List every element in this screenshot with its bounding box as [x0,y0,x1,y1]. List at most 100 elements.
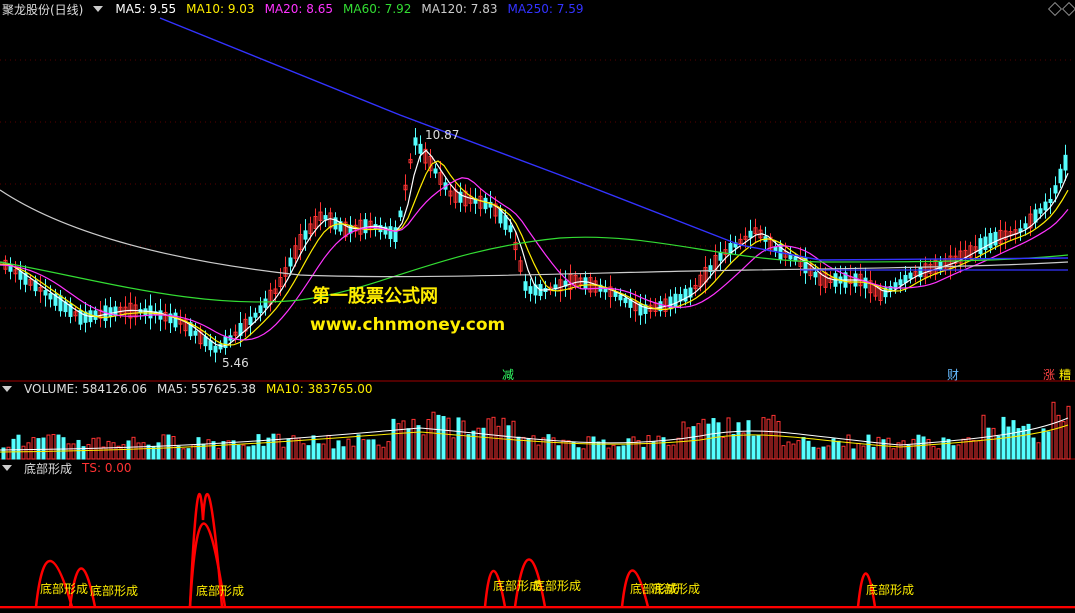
candle-body [1053,185,1058,194]
indicator-name[interactable]: 底部形成 [24,460,72,477]
candle-body [908,272,913,279]
candle-body [903,274,908,284]
volume-bar [376,444,381,460]
candle-body [613,291,618,297]
volume-ma10-label: MA10: 383765.00 [265,382,373,396]
candle-body [1058,168,1063,184]
candle-body [113,306,118,316]
volume-bar [486,418,491,460]
volume-bar [791,443,796,460]
volume-bar [796,440,801,460]
candle-body [483,197,488,210]
volume-bar [836,440,841,460]
volume-dropdown-icon[interactable] [2,386,12,392]
candle-body [418,143,423,154]
volume-bar [6,446,11,460]
candle-body [748,230,753,238]
volume-bar [426,419,431,460]
volume-bar [481,427,486,460]
volume-bar [606,447,611,460]
volume-bar [586,436,591,460]
volume-bar [131,436,136,460]
volume-bar [576,447,581,460]
volume-bar [706,423,711,460]
candle-body [528,286,533,294]
volume-bar [396,423,401,460]
volume-bar [881,439,886,460]
volume-bar [306,445,311,460]
volume-bar [26,442,31,460]
volume-bar [876,436,881,460]
volume-bar [1041,428,1046,460]
volume-bar [691,426,696,460]
candle-body [303,230,308,240]
volume-bar [471,430,476,460]
candle-body [193,330,198,336]
signal-label: 底部形成 [652,582,701,596]
volume-bar [391,418,396,460]
volume-bar [736,422,741,460]
candle-body [1023,223,1028,229]
volume-bar [951,445,956,460]
candle-body [363,219,368,234]
volume-bar [671,444,676,460]
volume-bar [416,425,421,460]
volume-bar [301,443,306,460]
volume-bar [1016,428,1021,460]
volume-bar [781,445,786,460]
volume-bar [211,441,216,460]
volume-bar [41,437,46,460]
volume-bar [831,438,836,460]
volume-bar [266,437,271,460]
volume-bar [16,434,21,460]
volume-bar [916,434,921,460]
volume-bar [726,417,731,460]
volume-bar [206,439,211,460]
candle-body [263,298,268,308]
volume-bar [541,437,546,460]
volume-bar [71,443,76,460]
candle-body [323,215,328,220]
volume-bar [136,442,141,460]
low-price-label: 5.46 [222,356,249,370]
volume-bar [346,438,351,460]
volume-bar [466,434,471,460]
candle-body [898,279,903,286]
volume-bar [816,447,821,460]
volume-bar [456,417,461,460]
candle-body [208,340,213,351]
volume-bar [336,440,341,460]
candle-body [503,215,508,230]
volume-bar [76,439,81,460]
candle-body [258,305,263,314]
volume-bar [621,445,626,460]
volume-bar [996,435,1001,460]
candle-body [48,293,53,300]
volume-bar [776,420,781,460]
volume-bar [756,434,761,460]
volume-bar [226,440,231,460]
volume-bar [156,442,161,460]
candle-body [248,316,253,326]
volume-bar [556,445,561,460]
candle-body [388,226,393,240]
candle-body [253,312,258,318]
candle-body [413,137,418,146]
kline-chart[interactable] [0,0,1075,613]
volume-bar [766,418,771,460]
indicator-dropdown-icon[interactable] [2,465,12,471]
volume-bar [381,446,386,460]
volume-bar [611,444,616,460]
candle-body [398,210,403,218]
volume-bar [366,439,371,460]
volume-bar [906,444,911,460]
volume-bar [476,427,481,460]
candle-body [93,310,98,320]
volume-ma5-label: MA5: 557625.38 [157,382,256,396]
volume-bar [111,442,116,460]
volume-bar [36,438,41,460]
volume-header: VOLUME: 584126.06 MA5: 557625.38 MA10: 3… [0,380,1075,398]
volume-bar [666,444,671,460]
volume-bar [866,434,871,460]
volume-bar [176,445,181,460]
